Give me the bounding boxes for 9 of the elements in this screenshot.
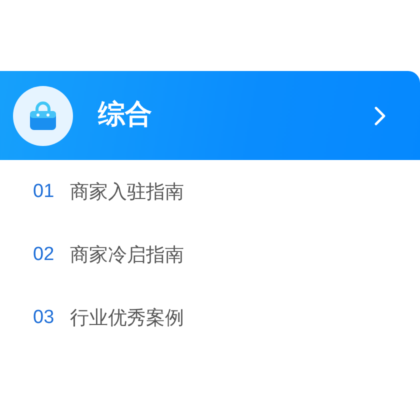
guide-link[interactable]: 商家入驻指南 — [70, 179, 184, 205]
shopping-bag-icon — [27, 100, 59, 132]
item-number: 01 — [33, 181, 56, 203]
guide-link[interactable]: 商家冷启指南 — [70, 242, 184, 268]
chevron-right-icon — [374, 106, 386, 126]
item-number: 03 — [33, 307, 56, 329]
item-number: 02 — [33, 244, 56, 266]
category-title: 综合 — [98, 99, 153, 132]
guide-link[interactable]: 行业优秀案例 — [70, 305, 184, 331]
